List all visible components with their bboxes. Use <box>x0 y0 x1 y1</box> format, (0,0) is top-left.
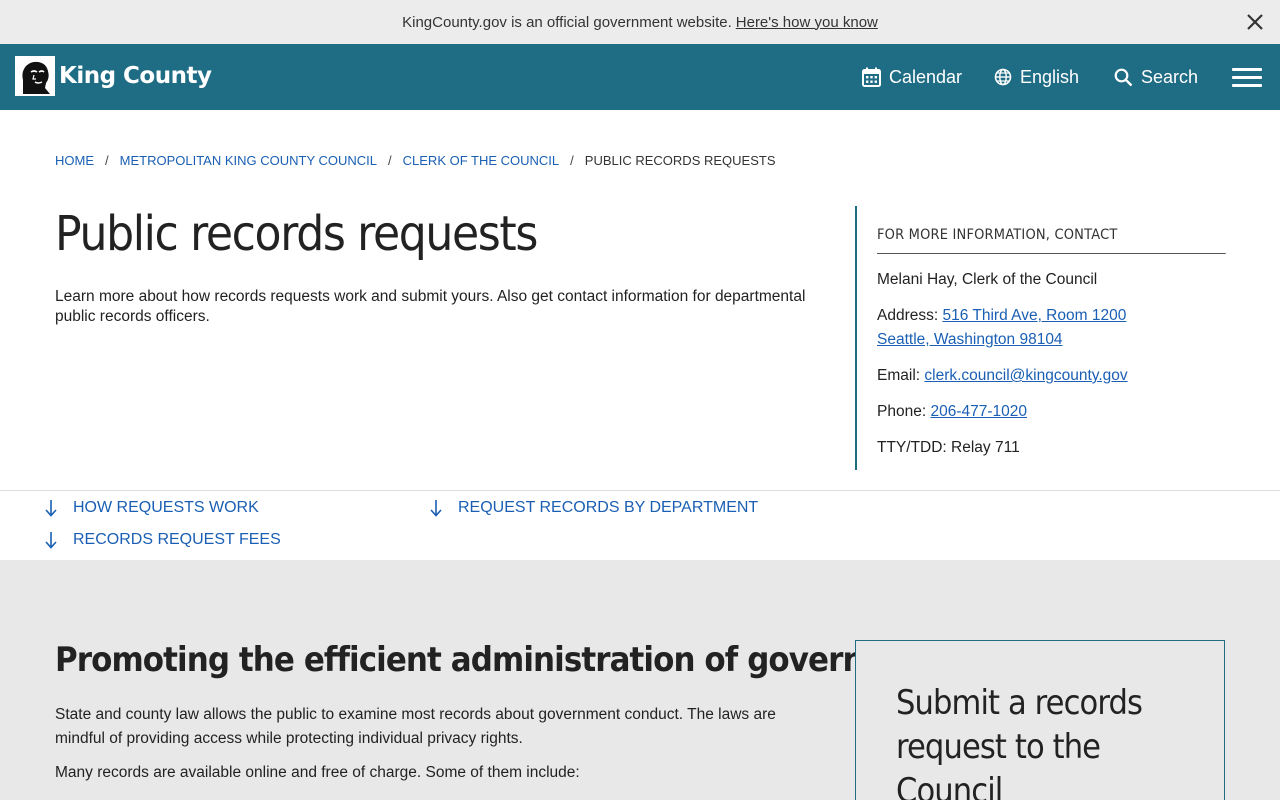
page-intro: Learn more about how records requests wo… <box>55 288 806 325</box>
contact-phone: Phone: 206-477-1020 <box>877 400 1225 424</box>
breadcrumb: Home / Metropolitan King County Council … <box>55 153 775 168</box>
breadcrumb-home[interactable]: Home <box>55 153 94 168</box>
breadcrumb-separator: / <box>570 153 574 168</box>
section-paragraph: Many records are available online and fr… <box>55 764 580 781</box>
calendar-icon <box>862 67 881 87</box>
hamburger-menu-icon[interactable] <box>1232 68 1262 88</box>
contact-tty: TTY/TDD: Relay 711 <box>877 439 1020 456</box>
mlk-logo-icon <box>15 56 55 96</box>
arrow-down-icon <box>430 500 442 517</box>
anchor-how-requests-work[interactable]: How requests work <box>45 499 259 517</box>
phone-link[interactable]: 206-477-1020 <box>930 403 1027 420</box>
content-section: Promoting the efficient administration o… <box>0 560 1280 800</box>
submit-request-card: Submit a records request to the Council <box>855 640 1225 800</box>
phone-label: Phone: <box>877 403 927 420</box>
contact-name: Melani Hay, Clerk of the Council <box>877 271 1098 288</box>
contact-email: Email: clerk.council@kingcounty.gov <box>877 364 1225 388</box>
submit-request-title: Submit a records request to the Council <box>896 683 1143 800</box>
site-header: King County Calendar English Search <box>0 44 1280 110</box>
contact-sidebar: For more information, contact Melani Hay… <box>855 206 1226 470</box>
arrow-down-icon <box>45 532 57 549</box>
address-line1: 516 Third Ave, Room 1200 <box>942 307 1127 324</box>
address-label: Address: <box>877 307 939 324</box>
close-icon[interactable] <box>1244 11 1266 33</box>
nav-search[interactable]: Search <box>1114 44 1198 110</box>
anchor-label: Records request fees <box>73 531 281 548</box>
banner-text: KingCounty.gov is an official government… <box>402 13 732 31</box>
page-anchor-links: How requests work Request records by dep… <box>0 490 1280 560</box>
nav-search-label: Search <box>1141 66 1199 87</box>
nav-language-label: English <box>1020 66 1080 87</box>
official-site-banner: KingCounty.gov is an official government… <box>0 0 1280 44</box>
globe-icon <box>994 68 1012 86</box>
king-county-logo[interactable]: King County <box>15 56 212 96</box>
anchor-label: Request records by department <box>458 499 759 516</box>
logo-text: King County <box>59 63 212 89</box>
section-paragraph: State and county law allows the public t… <box>55 706 776 747</box>
breadcrumb-council[interactable]: Metropolitan King County Council <box>120 153 377 168</box>
contact-address: Address: 516 Third Ave, Room 1200 Seattle… <box>877 304 1225 352</box>
anchor-records-request-fees[interactable]: Records request fees <box>45 531 281 549</box>
nav-calendar[interactable]: Calendar <box>862 44 962 110</box>
nav-calendar-label: Calendar <box>889 66 963 87</box>
breadcrumb-current: Public records requests <box>584 153 776 168</box>
heres-how-you-know-link[interactable]: Here's how you know <box>736 14 878 31</box>
contact-heading: For more information, contact <box>877 206 1226 254</box>
address-line2: Seattle, Washington 98104 <box>877 331 1063 348</box>
anchor-label: How requests work <box>73 499 259 516</box>
nav-language[interactable]: English <box>994 44 1079 110</box>
email-link[interactable]: clerk.council@kingcounty.gov <box>924 367 1127 384</box>
breadcrumb-clerk[interactable]: Clerk of the Council <box>403 153 560 168</box>
email-label: Email: <box>877 367 921 384</box>
page-title: Public records requests <box>55 206 538 262</box>
section-title: Promoting the efficient administration o… <box>55 640 951 680</box>
arrow-down-icon <box>45 500 57 517</box>
anchor-request-by-department[interactable]: Request records by department <box>430 499 758 517</box>
breadcrumb-separator: / <box>105 153 109 168</box>
search-icon <box>1114 68 1133 86</box>
breadcrumb-separator: / <box>388 153 392 168</box>
